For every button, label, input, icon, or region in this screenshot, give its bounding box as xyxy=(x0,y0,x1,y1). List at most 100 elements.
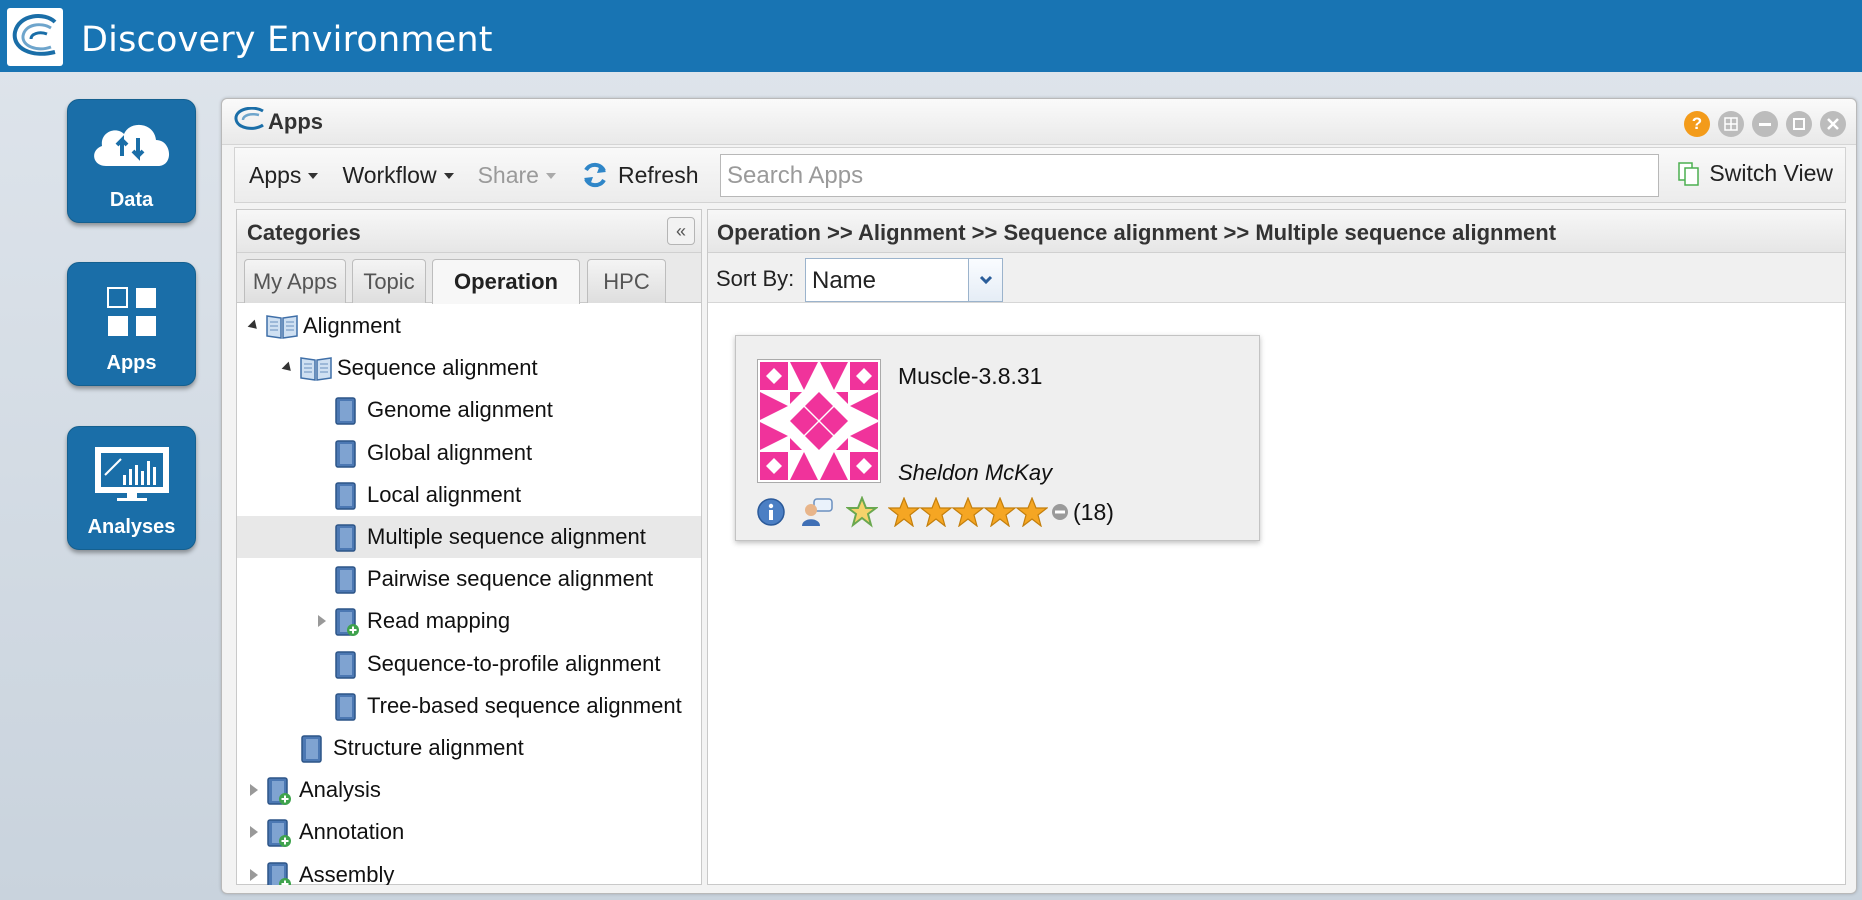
cyverse-logo-icon xyxy=(7,8,63,66)
app-card[interactable]: Muscle-3.8.31 Sheldon McKay (18) xyxy=(735,335,1260,541)
rating-star-icon[interactable] xyxy=(920,497,952,527)
tree-item-label: Pairwise sequence alignment xyxy=(367,566,654,592)
tree-item[interactable]: Genome alignment xyxy=(237,389,701,431)
rating-count: (18) xyxy=(1073,498,1114,525)
apps-list-panel: Operation >> Alignment >> Sequence align… xyxy=(707,209,1846,885)
tab-label: HPC xyxy=(603,268,650,294)
tree-item[interactable]: Multiple sequence alignment xyxy=(237,516,701,558)
tree-item-label: Local alignment xyxy=(367,481,522,507)
tree-item-label: Annotation xyxy=(299,819,405,845)
analyses-launcher-label: Analyses xyxy=(87,516,176,538)
collapsed-arrow-icon[interactable] xyxy=(247,783,261,797)
book-icon xyxy=(335,482,356,510)
tab-hpc[interactable]: HPC xyxy=(587,259,666,303)
sort-bar: Sort By: Name xyxy=(708,253,1845,303)
sort-select[interactable]: Name xyxy=(805,258,1003,302)
book-icon xyxy=(335,524,356,552)
rating-star-icon[interactable] xyxy=(1016,497,1048,527)
book-plus-icon xyxy=(267,819,291,848)
app-identicon xyxy=(757,359,881,483)
data-launcher-button[interactable]: Data xyxy=(67,99,196,223)
open-book-icon xyxy=(300,357,332,382)
top-bar: Discovery Environment xyxy=(0,0,1862,72)
tree-item[interactable]: Analysis xyxy=(237,769,701,811)
tab-label: Topic xyxy=(363,268,415,294)
expanded-arrow-icon[interactable] xyxy=(247,319,261,333)
layout-icon[interactable] xyxy=(1718,111,1744,137)
rating-star-icon[interactable] xyxy=(952,497,984,527)
tree-item[interactable]: Read mapping xyxy=(237,600,701,642)
tree-item[interactable]: Alignment xyxy=(237,305,701,347)
categories-title: Categories xyxy=(247,220,361,245)
grid-icon xyxy=(106,287,156,336)
search-input[interactable] xyxy=(720,154,1659,197)
apps-menu-label: Apps xyxy=(249,161,302,188)
tab-label: Operation xyxy=(454,269,558,294)
book-plus-icon xyxy=(267,861,291,885)
chevron-down-icon[interactable] xyxy=(968,259,1002,301)
cloud-upload-download-icon xyxy=(93,124,169,166)
minimize-icon[interactable] xyxy=(1752,111,1778,137)
close-icon[interactable] xyxy=(1820,111,1846,137)
refresh-button[interactable]: Refresh xyxy=(580,161,699,189)
app-title: Discovery Environment xyxy=(81,20,493,60)
maximize-icon[interactable] xyxy=(1786,111,1812,137)
data-launcher-label: Data xyxy=(109,189,154,211)
rating-star-icon[interactable] xyxy=(984,497,1016,527)
book-plus-icon xyxy=(335,608,359,637)
tree-item-label: Structure alignment xyxy=(333,735,524,760)
book-icon xyxy=(335,439,356,468)
tree-item[interactable]: Assembly xyxy=(237,854,701,885)
category-tree: Alignment Sequence alignment Genome alignm… xyxy=(237,305,701,885)
collapsed-arrow-icon[interactable] xyxy=(315,614,329,628)
apps-launcher-button[interactable]: Apps xyxy=(67,262,196,386)
info-icon[interactable] xyxy=(756,497,786,527)
apps-launcher-label: Apps xyxy=(106,352,157,374)
clear-rating-icon[interactable] xyxy=(1050,502,1070,522)
categories-panel: Categories « My Apps Topic Operation HPC… xyxy=(236,209,702,885)
window-header[interactable]: Apps ? xyxy=(222,99,1856,145)
collapsed-arrow-icon[interactable] xyxy=(247,868,261,882)
collapse-panel-button[interactable]: « xyxy=(667,217,695,245)
tree-item[interactable]: Annotation xyxy=(237,811,701,853)
help-icon[interactable]: ? xyxy=(1684,111,1710,137)
rating-star-icon[interactable] xyxy=(888,497,920,527)
tab-topic[interactable]: Topic xyxy=(352,259,426,303)
category-tabs: My Apps Topic Operation HPC xyxy=(237,253,701,304)
tab-operation[interactable]: Operation xyxy=(432,259,580,304)
double-chevron-left-icon: « xyxy=(675,220,686,241)
expanded-arrow-icon[interactable] xyxy=(281,361,295,375)
tree-item-label: Analysis xyxy=(299,777,381,803)
tree-item-label: Assembly xyxy=(299,861,395,885)
tree-item[interactable]: Local alignment xyxy=(237,474,701,516)
workflow-menu-button[interactable]: Workflow xyxy=(342,161,454,189)
categories-header: Categories « xyxy=(237,210,701,253)
tree-item[interactable]: Structure alignment xyxy=(237,727,701,769)
workflow-menu-label: Workflow xyxy=(342,161,437,188)
rating-stars[interactable] xyxy=(888,497,1048,527)
share-menu-label: Share xyxy=(477,161,539,188)
apps-menu-button[interactable]: Apps xyxy=(249,161,319,189)
refresh-label: Refresh xyxy=(617,161,699,188)
tree-item[interactable]: Sequence-to-profile alignment xyxy=(237,643,701,685)
tree-item[interactable]: Tree-based sequence alignment xyxy=(237,685,701,727)
app-name[interactable]: Muscle-3.8.31 xyxy=(898,363,1042,390)
comment-user-icon[interactable] xyxy=(800,496,834,528)
tab-my-apps[interactable]: My Apps xyxy=(244,259,346,303)
tree-item[interactable]: Pairwise sequence alignment xyxy=(237,558,701,600)
analyses-launcher-button[interactable]: Analyses xyxy=(67,426,196,550)
favorite-star-icon[interactable] xyxy=(846,496,878,528)
apps-toolbar: Apps Workflow Share Refresh Switch View xyxy=(234,147,1846,203)
share-menu-button[interactable]: Share xyxy=(478,162,556,189)
switch-view-button[interactable]: Switch View xyxy=(1677,160,1833,187)
chevron-down-icon xyxy=(308,173,319,179)
book-icon xyxy=(335,397,356,426)
chevron-down-icon xyxy=(443,173,454,179)
switch-view-label: Switch View xyxy=(1709,160,1833,186)
tree-item[interactable]: Sequence alignment xyxy=(237,347,701,389)
switch-view-icon xyxy=(1678,161,1700,186)
collapsed-arrow-icon[interactable] xyxy=(247,825,261,839)
tree-item-label: Multiple sequence alignment xyxy=(367,524,646,549)
window-title: Apps xyxy=(268,109,323,134)
tree-item[interactable]: Global alignment xyxy=(237,432,701,474)
